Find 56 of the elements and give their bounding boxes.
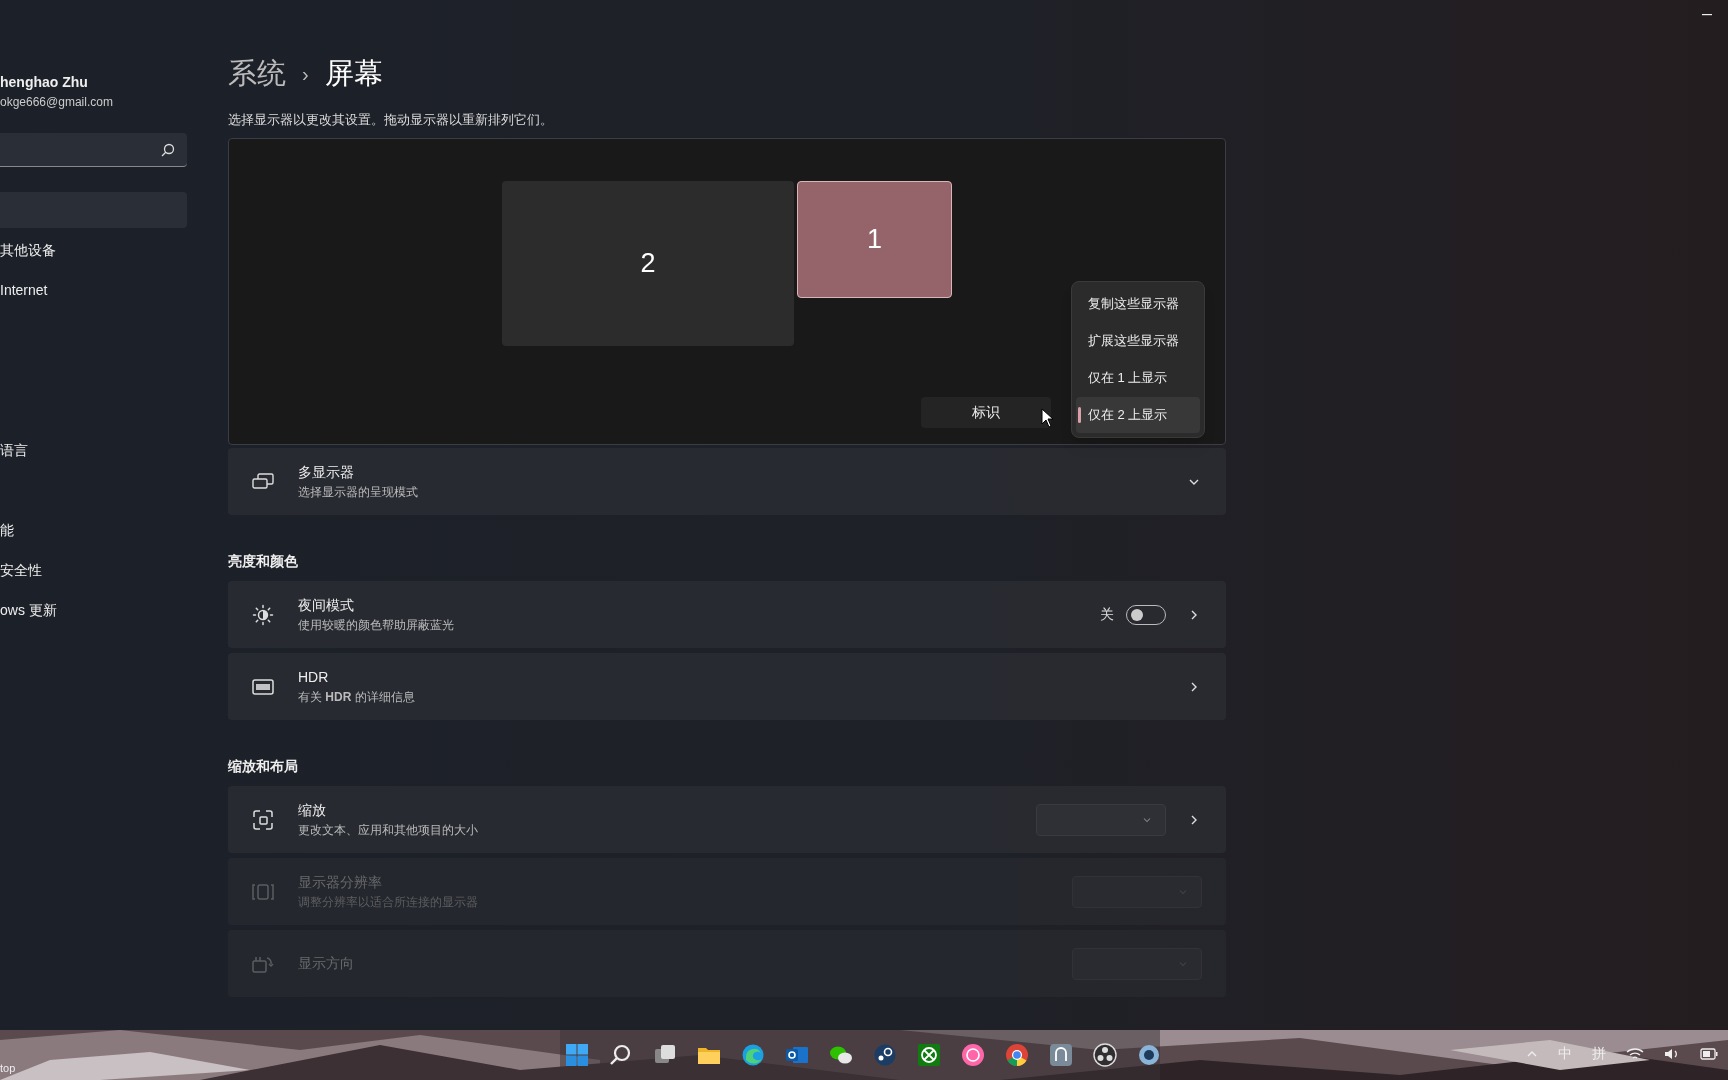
section-heading: 缩放和布局 bbox=[228, 757, 299, 776]
taskbar-label: top bbox=[0, 1060, 16, 1076]
hdr-icon bbox=[252, 678, 274, 695]
menu-item[interactable]: 扩展这些显示器 bbox=[1076, 323, 1200, 359]
mouse-cursor-icon bbox=[1041, 408, 1054, 428]
sidebar-item[interactable]: 语言 bbox=[0, 432, 187, 468]
row-title: HDR bbox=[298, 668, 330, 687]
sidebar-item[interactable]: 其他设备 bbox=[0, 232, 187, 268]
sidebar-item[interactable]: 能 bbox=[0, 512, 187, 548]
sidebar-item[interactable]: 安全性 bbox=[0, 552, 187, 588]
search-field[interactable] bbox=[0, 133, 187, 167]
account-email: okge666@gmail.com bbox=[0, 94, 114, 111]
sidebar-item[interactable]: ows 更新 bbox=[0, 592, 187, 628]
page-title: 屏幕 bbox=[324, 56, 383, 91]
account-name: henghao Zhu bbox=[0, 73, 89, 92]
row-description: 使用较暖的颜色帮助屏蔽蓝光 bbox=[298, 617, 455, 634]
row-description: 有关 HDR 的详细信息 bbox=[298, 689, 416, 706]
selection-indicator bbox=[1078, 407, 1081, 423]
resize-icon bbox=[252, 808, 274, 831]
search-icon bbox=[161, 142, 175, 157]
row-title: 缩放 bbox=[298, 801, 327, 820]
multiple-monitors-icon bbox=[252, 472, 274, 491]
row-title: 显示方向 bbox=[298, 954, 355, 973]
app-icon[interactable] bbox=[1137, 1043, 1161, 1067]
monitor-tile[interactable]: 1 bbox=[797, 181, 952, 298]
row-title: 夜间模式 bbox=[298, 596, 355, 615]
row-description: 更改文本、应用和其他项目的大小 bbox=[298, 822, 479, 839]
search-icon[interactable] bbox=[609, 1043, 633, 1067]
row-title: 显示器分辨率 bbox=[298, 873, 383, 892]
monitor-tile[interactable]: 2 bbox=[502, 181, 794, 346]
menu-item[interactable]: 仅在 2 上显示 bbox=[1076, 397, 1200, 433]
settings-row[interactable]: HDR 有关 HDR 的详细信息 bbox=[228, 653, 1226, 720]
wifi-icon[interactable] bbox=[1626, 1046, 1644, 1061]
sidebar-item[interactable]: Internet bbox=[0, 272, 187, 308]
recorder-icon[interactable] bbox=[1093, 1043, 1117, 1067]
browser-icon[interactable] bbox=[741, 1043, 765, 1067]
windows-start-icon[interactable] bbox=[565, 1043, 589, 1067]
brightness-icon bbox=[252, 603, 274, 626]
toggle-state: 关 bbox=[1100, 605, 1114, 624]
settings-row[interactable]: 缩放 更改文本、应用和其他项目的大小 bbox=[228, 786, 1226, 853]
menu-item[interactable]: 仅在 1 上显示 bbox=[1076, 360, 1200, 396]
battery-icon[interactable] bbox=[1700, 1047, 1718, 1060]
section-heading: 亮度和颜色 bbox=[228, 552, 299, 571]
row-title: 多显示器 bbox=[298, 463, 355, 482]
app-icon[interactable] bbox=[1049, 1043, 1073, 1067]
menu-item[interactable]: 复制这些显示器 bbox=[1076, 286, 1200, 322]
minimize-icon[interactable] bbox=[1702, 14, 1712, 16]
settings-row[interactable]: 多显示器 选择显示器的呈现模式 bbox=[228, 448, 1226, 515]
settings-row[interactable]: 夜间模式 使用较暖的颜色帮助屏蔽蓝光 关 bbox=[228, 581, 1226, 648]
breadcrumb-parent[interactable]: 系统 bbox=[228, 52, 286, 96]
identify-button[interactable]: 标识 bbox=[921, 397, 1051, 428]
volume-icon[interactable] bbox=[1664, 1046, 1680, 1061]
game-circle-icon[interactable] bbox=[961, 1043, 985, 1067]
row-description: 选择显示器的呈现模式 bbox=[298, 484, 419, 501]
breadcrumb-separator: › bbox=[302, 61, 309, 87]
instructions: 选择显示器以更改其设置。拖动显示器以重新排列它们。 bbox=[228, 110, 554, 129]
